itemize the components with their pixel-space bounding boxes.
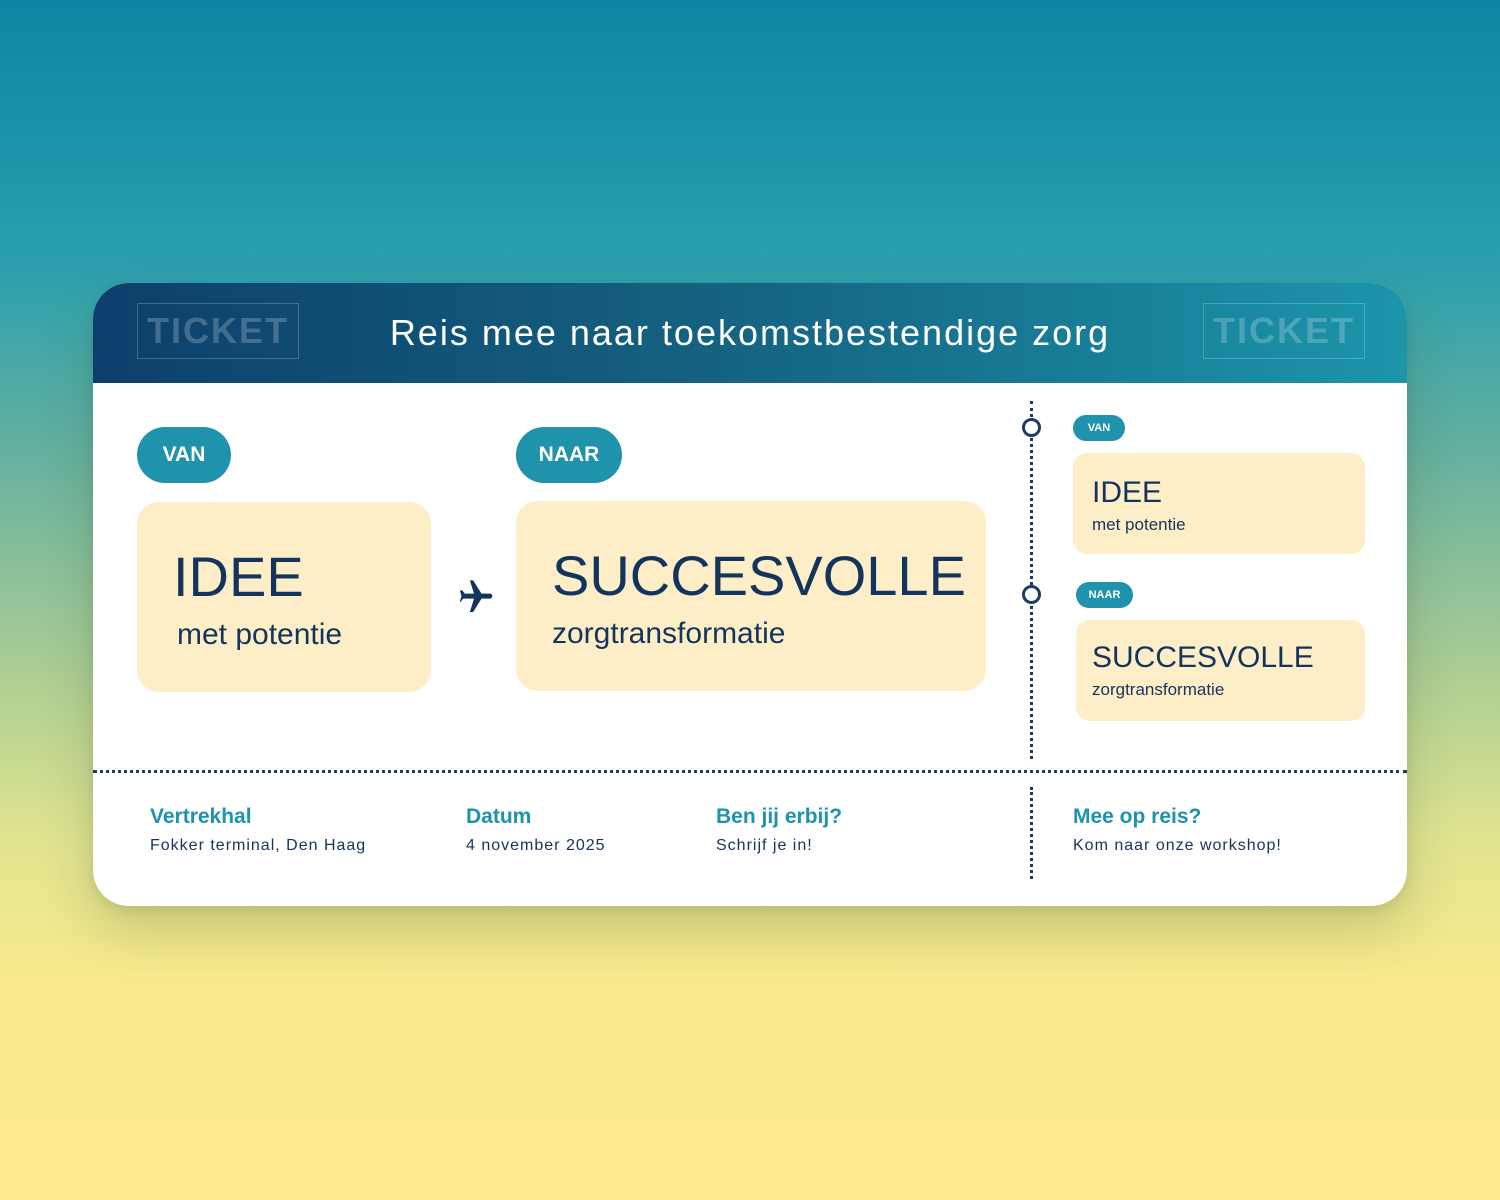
- airplane-icon: [459, 580, 493, 612]
- to-subtitle: zorgtransformatie: [552, 617, 786, 650]
- from-card: IDEE met potentie: [137, 502, 431, 692]
- stub-from-card: IDEE met potentie: [1073, 453, 1365, 554]
- ticket: TICKET Reis mee naar toekomstbestendige …: [93, 283, 1407, 906]
- stub-from-title: IDEE: [1092, 476, 1163, 509]
- to-route-node: [1022, 585, 1041, 604]
- to-card: SUCCESVOLLE zorgtransformatie: [516, 501, 986, 691]
- departure-hall-value: Fokker terminal, Den Haag: [150, 837, 367, 854]
- stub-to-subtitle: zorgtransformatie: [1092, 680, 1225, 699]
- stub-info-value: Kom naar onze workshop!: [1073, 837, 1282, 854]
- from-title: IDEE: [173, 545, 304, 608]
- from-label-pill: VAN: [137, 427, 231, 483]
- to-title: SUCCESVOLLE: [552, 544, 966, 607]
- date-value: 4 november 2025: [466, 837, 606, 854]
- stub-perforation-top: [1030, 401, 1033, 759]
- signup-label: Ben jij erbij?: [716, 805, 843, 828]
- date-label: Datum: [466, 805, 532, 828]
- ticket-header: TICKET Reis mee naar toekomstbestendige …: [93, 283, 1407, 383]
- ticket-watermark-right: TICKET: [1203, 303, 1365, 359]
- stub-to-card: SUCCESVOLLE zorgtransformatie: [1076, 620, 1365, 721]
- departure-hall-label: Vertrekhal: [150, 805, 252, 828]
- signup-value: Schrijf je in!: [716, 837, 813, 854]
- stub-to-pill: NAAR: [1076, 582, 1133, 608]
- stub-from-pill: VAN: [1073, 415, 1125, 441]
- stub-info-label: Mee op reis?: [1073, 805, 1202, 828]
- stub-to-title: SUCCESVOLLE: [1092, 641, 1314, 674]
- stub-from-subtitle: met potentie: [1092, 515, 1186, 534]
- to-label-pill: NAAR: [516, 427, 622, 483]
- ticket-perforation: [93, 770, 1407, 773]
- from-subtitle: met potentie: [177, 618, 343, 651]
- from-route-node: [1022, 418, 1041, 437]
- stub-perforation-bottom: [1030, 787, 1033, 879]
